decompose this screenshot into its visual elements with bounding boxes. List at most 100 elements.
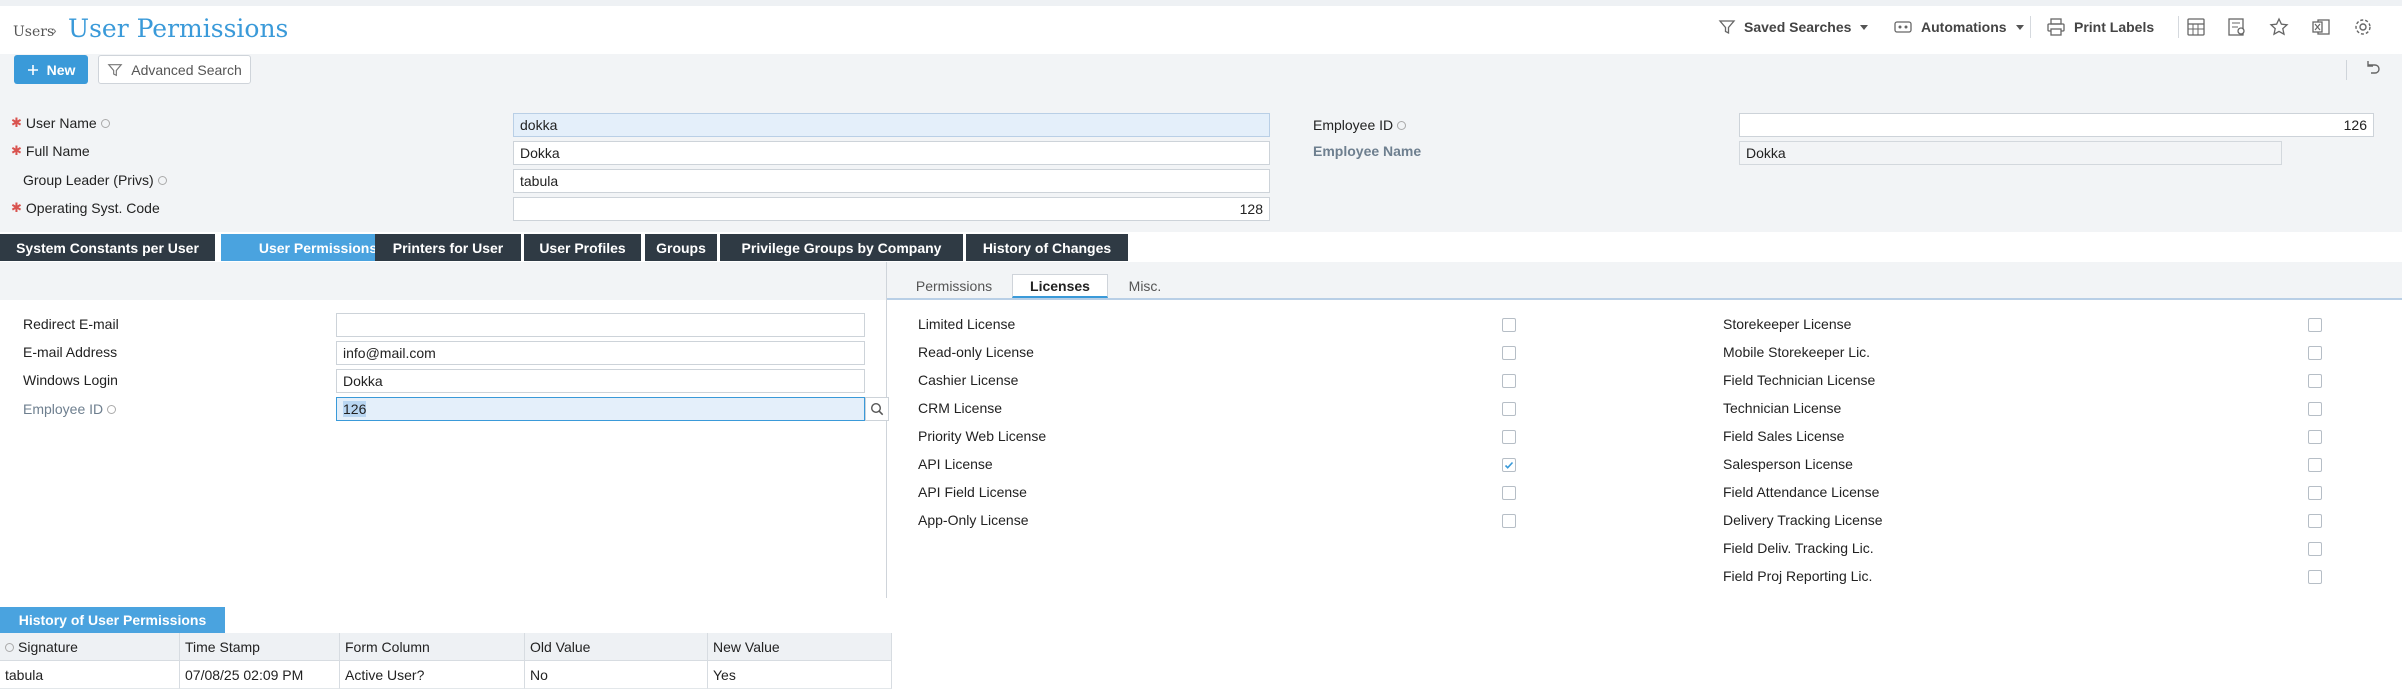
print-labels-button[interactable]: Print Labels <box>2046 16 2154 38</box>
info-icon <box>107 404 117 414</box>
undo-icon[interactable] <box>2362 58 2382 78</box>
license-label: CRM License <box>918 400 1003 416</box>
license-checkbox[interactable] <box>1502 430 1516 444</box>
settings-icon[interactable] <box>2350 14 2376 40</box>
license-label: API Field License <box>918 484 1027 500</box>
license-label: Technician License <box>1723 400 1842 416</box>
license-checkbox[interactable] <box>1502 486 1516 500</box>
windows-login-field[interactable]: Dokka <box>336 369 865 393</box>
filter-icon <box>107 62 123 78</box>
email-address-field[interactable]: info@mail.com <box>336 341 865 365</box>
os-code-field[interactable]: 128 <box>513 197 1270 221</box>
calculator-icon[interactable] <box>2183 14 2209 40</box>
employee-id-label: Employee ID <box>1313 117 1407 133</box>
license-label: Storekeeper License <box>1723 316 1852 332</box>
printer-icon <box>2046 18 2066 36</box>
new-button-label: New <box>46 61 76 78</box>
license-checkbox[interactable] <box>2308 570 2322 584</box>
license-label: Field Proj Reporting Lic. <box>1723 568 1873 584</box>
license-label: Field Attendance License <box>1723 484 1880 500</box>
advanced-search-label: Advanced Search <box>131 61 242 78</box>
license-label: Read-only License <box>918 344 1034 360</box>
group-leader-field[interactable]: tabula <box>513 169 1270 193</box>
redirect-email-field[interactable] <box>336 313 865 337</box>
page-title: User Permissions <box>68 14 289 43</box>
new-button[interactable]: New <box>14 55 88 84</box>
history-tab[interactable]: History of User Permissions <box>0 607 225 633</box>
license-checkbox[interactable] <box>2308 318 2322 332</box>
employee-id-field[interactable]: 126 <box>1739 113 2374 137</box>
user-name-field[interactable]: dokka <box>513 113 1270 137</box>
license-checkbox[interactable] <box>2308 486 2322 500</box>
column-header-form-column[interactable]: Form Column <box>340 633 525 661</box>
license-checkbox[interactable] <box>2308 374 2322 388</box>
license-checkbox[interactable] <box>2308 458 2322 472</box>
user-name-label: ✱ User Name <box>11 115 110 131</box>
print-labels-label: Print Labels <box>2074 19 2155 35</box>
tab-history-of-changes[interactable]: History of Changes <box>966 234 1128 261</box>
employee-name-label: Employee Name <box>1313 143 1422 159</box>
automations-menu[interactable]: Automations <box>1893 16 2025 38</box>
page-header <box>0 6 2402 54</box>
table-cell[interactable]: Active User? <box>340 661 525 689</box>
license-checkbox[interactable] <box>2308 402 2322 416</box>
subtab-licenses[interactable]: Licenses <box>1012 274 1108 298</box>
toolbar-divider <box>2346 60 2347 80</box>
breadcrumb-users[interactable]: Users <box>13 24 54 40</box>
info-icon <box>157 175 167 185</box>
license-label: Field Deliv. Tracking Lic. <box>1723 540 1874 556</box>
automations-label: Automations <box>1921 19 2007 35</box>
column-header-timestamp[interactable]: Time Stamp <box>180 633 340 661</box>
search-button[interactable] <box>865 397 889 421</box>
license-checkbox[interactable] <box>1502 346 1516 360</box>
tab-system-constants[interactable]: System Constants per User <box>0 234 215 261</box>
saved-searches-menu[interactable]: Saved Searches <box>1718 16 1869 38</box>
employee-name-field: Dokka <box>1739 141 2282 165</box>
license-checkbox[interactable] <box>2308 514 2322 528</box>
license-label: API License <box>918 456 993 472</box>
license-label: Limited License <box>918 316 1016 332</box>
table-cell[interactable]: tabula <box>0 661 180 689</box>
subtab-permissions[interactable]: Permissions <box>904 274 1004 298</box>
employee-id-label-2: Employee ID <box>23 401 117 417</box>
required-icon: ✱ <box>11 200 22 215</box>
email-address-label: E-mail Address <box>23 344 118 360</box>
license-checkbox[interactable] <box>2308 430 2322 444</box>
column-header-signature[interactable]: Signature <box>0 633 180 661</box>
column-header-new-value[interactable]: New Value <box>708 633 892 661</box>
chevron-down-icon <box>1859 22 1869 32</box>
table-cell[interactable]: Yes <box>708 661 892 689</box>
tab-printers[interactable]: Printers for User <box>375 234 521 261</box>
license-label: Salesperson License <box>1723 456 1853 472</box>
employee-id-input[interactable]: 126 <box>336 397 865 421</box>
group-leader-label: Group Leader (Privs) <box>23 172 167 188</box>
required-icon: ✱ <box>11 115 22 130</box>
license-checkbox[interactable] <box>2308 542 2322 556</box>
license-label: App-Only License <box>918 512 1029 528</box>
license-checkbox[interactable] <box>1502 318 1516 332</box>
excel-icon[interactable] <box>2308 14 2334 40</box>
tab-user-profiles[interactable]: User Profiles <box>524 234 641 261</box>
license-checkbox-checked[interactable] <box>1502 458 1516 472</box>
full-name-field[interactable]: Dokka <box>513 141 1270 165</box>
license-checkbox[interactable] <box>2308 346 2322 360</box>
license-label: Priority Web License <box>918 428 1047 444</box>
saved-searches-label: Saved Searches <box>1744 19 1852 35</box>
license-label: Field Technician License <box>1723 372 1876 388</box>
os-code-label: ✱ Operating Syst. Code <box>11 200 160 216</box>
table-cell[interactable]: No <box>525 661 708 689</box>
table-cell[interactable]: 07/08/25 02:09 PM <box>180 661 340 689</box>
license-checkbox[interactable] <box>1502 402 1516 416</box>
tab-privilege-groups[interactable]: Privilege Groups by Company <box>720 234 963 261</box>
column-header-old-value[interactable]: Old Value <box>525 633 708 661</box>
info-icon <box>100 118 110 128</box>
license-checkbox[interactable] <box>1502 374 1516 388</box>
tab-groups[interactable]: Groups <box>645 234 717 261</box>
checkmark-icon <box>1504 460 1514 470</box>
report-icon[interactable] <box>2224 14 2250 40</box>
advanced-search-button[interactable]: Advanced Search <box>98 55 251 84</box>
star-icon[interactable] <box>2266 14 2292 40</box>
subtab-misc[interactable]: Misc. <box>1110 274 1180 298</box>
license-checkbox[interactable] <box>1502 514 1516 528</box>
header-divider <box>2178 16 2179 38</box>
